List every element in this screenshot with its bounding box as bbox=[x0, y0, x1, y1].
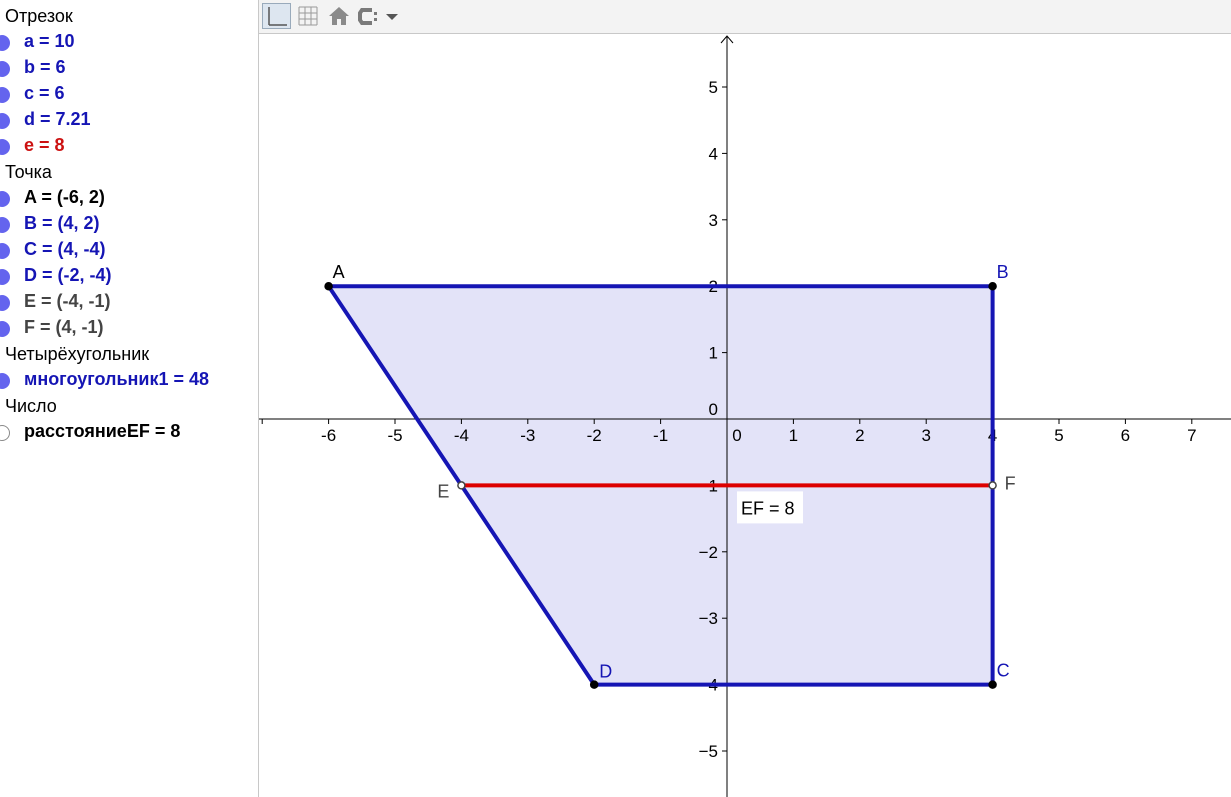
home-icon[interactable] bbox=[326, 3, 352, 29]
point-item[interactable]: E = (-4, -1) bbox=[0, 290, 250, 316]
dropdown-arrow-icon[interactable] bbox=[383, 3, 401, 29]
segment-item-label: c = 6 bbox=[24, 83, 65, 103]
y-tick-label: −5 bbox=[699, 742, 718, 761]
y-tick-label: 4 bbox=[709, 144, 718, 163]
point-item-label: A = (-6, 2) bbox=[24, 187, 105, 207]
visibility-toggle[interactable] bbox=[0, 243, 10, 259]
point-A[interactable] bbox=[324, 281, 333, 291]
x-tick-label: -2 bbox=[587, 426, 602, 445]
graphics-canvas[interactable]: -6-5-4-3-2-101234567543210−1−2−3−4−5EF =… bbox=[259, 34, 1231, 797]
point-item-label: B = (4, 2) bbox=[24, 213, 100, 233]
visibility-toggle[interactable] bbox=[0, 217, 10, 233]
point-B[interactable] bbox=[988, 281, 997, 291]
category-number[interactable]: Число bbox=[5, 396, 57, 417]
y-tick-label: −3 bbox=[699, 609, 718, 628]
visibility-toggle[interactable] bbox=[0, 87, 10, 103]
visibility-toggle[interactable] bbox=[0, 35, 10, 51]
x-tick-label: 7 bbox=[1187, 426, 1196, 445]
visibility-toggle[interactable] bbox=[0, 191, 10, 207]
x-tick-label: 2 bbox=[855, 426, 864, 445]
polygon-item[interactable]: многоугольник1 = 48 bbox=[0, 368, 250, 394]
visibility-toggle[interactable] bbox=[0, 295, 10, 311]
segment-item-label: d = 7.21 bbox=[24, 109, 91, 129]
segment-item[interactable]: c = 6 bbox=[0, 82, 250, 108]
graphics-toolbar bbox=[259, 0, 1231, 34]
visibility-toggle[interactable] bbox=[0, 113, 10, 129]
visibility-toggle[interactable] bbox=[0, 139, 10, 155]
point-E[interactable] bbox=[457, 481, 466, 490]
x-tick-label: -3 bbox=[520, 426, 535, 445]
visibility-toggle[interactable] bbox=[0, 321, 10, 337]
graphics-view[interactable]: -6-5-4-3-2-101234567543210−1−2−3−4−5EF =… bbox=[259, 34, 1231, 797]
axes-toggle-icon[interactable] bbox=[262, 3, 291, 29]
segment-item-label: b = 6 bbox=[24, 57, 66, 77]
point-label-C: C bbox=[997, 661, 1010, 681]
point-capture-icon[interactable] bbox=[356, 3, 382, 29]
point-item[interactable]: F = (4, -1) bbox=[0, 316, 250, 342]
x-tick-label: 5 bbox=[1054, 426, 1063, 445]
point-D[interactable] bbox=[589, 680, 599, 689]
point-item[interactable]: A = (-6, 2) bbox=[0, 186, 250, 212]
algebra-view: Отрезок Точка Четырёхугольник Число a = … bbox=[0, 0, 259, 797]
point-label-E: E bbox=[437, 481, 449, 501]
point-item-label: D = (-2, -4) bbox=[24, 265, 112, 285]
y-tick-label: 5 bbox=[709, 78, 718, 97]
x-tick-label: 3 bbox=[921, 426, 930, 445]
x-tick-label: -4 bbox=[454, 426, 469, 445]
point-F[interactable] bbox=[988, 481, 997, 490]
visibility-toggle[interactable] bbox=[0, 373, 10, 389]
x-tick-label: -1 bbox=[653, 426, 668, 445]
x-tick-label: 1 bbox=[789, 426, 798, 445]
point-label-B: B bbox=[997, 262, 1009, 282]
x-tick-label: -5 bbox=[387, 426, 402, 445]
point-item-label: F = (4, -1) bbox=[24, 317, 104, 337]
point-label-D: D bbox=[599, 662, 612, 682]
point-label-A: A bbox=[333, 262, 345, 282]
x-tick-label: 0 bbox=[732, 426, 741, 445]
segment-item[interactable]: a = 10 bbox=[0, 30, 250, 56]
category-quadrilateral[interactable]: Четырёхугольник bbox=[5, 344, 149, 365]
number-item-label: расстояниеEF = 8 bbox=[24, 421, 181, 441]
ef-distance-label: EF = 8 bbox=[741, 498, 795, 518]
visibility-toggle[interactable] bbox=[0, 269, 10, 285]
y-tick-label: −2 bbox=[699, 543, 718, 562]
polygon-item-label: многоугольник1 = 48 bbox=[24, 369, 210, 389]
number-item[interactable]: расстояниеEF = 8 bbox=[0, 420, 250, 446]
segment-item[interactable]: b = 6 bbox=[0, 56, 250, 82]
grid-toggle-icon[interactable] bbox=[295, 3, 321, 29]
x-tick-label: -6 bbox=[321, 426, 336, 445]
category-segment[interactable]: Отрезок bbox=[5, 6, 73, 27]
point-item[interactable]: B = (4, 2) bbox=[0, 212, 250, 238]
point-item[interactable]: C = (4, -4) bbox=[0, 238, 250, 264]
point-item-label: C = (4, -4) bbox=[24, 239, 106, 259]
visibility-toggle[interactable] bbox=[0, 425, 10, 441]
segment-item[interactable]: e = 8 bbox=[0, 134, 250, 160]
y-tick-label: 1 bbox=[709, 344, 718, 363]
point-item[interactable]: D = (-2, -4) bbox=[0, 264, 250, 290]
point-item-label: E = (-4, -1) bbox=[24, 291, 111, 311]
point-label-F: F bbox=[1005, 473, 1016, 493]
point-C[interactable] bbox=[988, 680, 997, 689]
x-tick-label: 6 bbox=[1121, 426, 1130, 445]
y-tick-label: 3 bbox=[709, 211, 718, 230]
y-tick-label: 0 bbox=[709, 400, 718, 419]
segment-item-label: e = 8 bbox=[24, 135, 65, 155]
segment-item[interactable]: d = 7.21 bbox=[0, 108, 250, 134]
visibility-toggle[interactable] bbox=[0, 61, 10, 77]
segment-item-label: a = 10 bbox=[24, 31, 75, 51]
category-point[interactable]: Точка bbox=[5, 162, 52, 183]
